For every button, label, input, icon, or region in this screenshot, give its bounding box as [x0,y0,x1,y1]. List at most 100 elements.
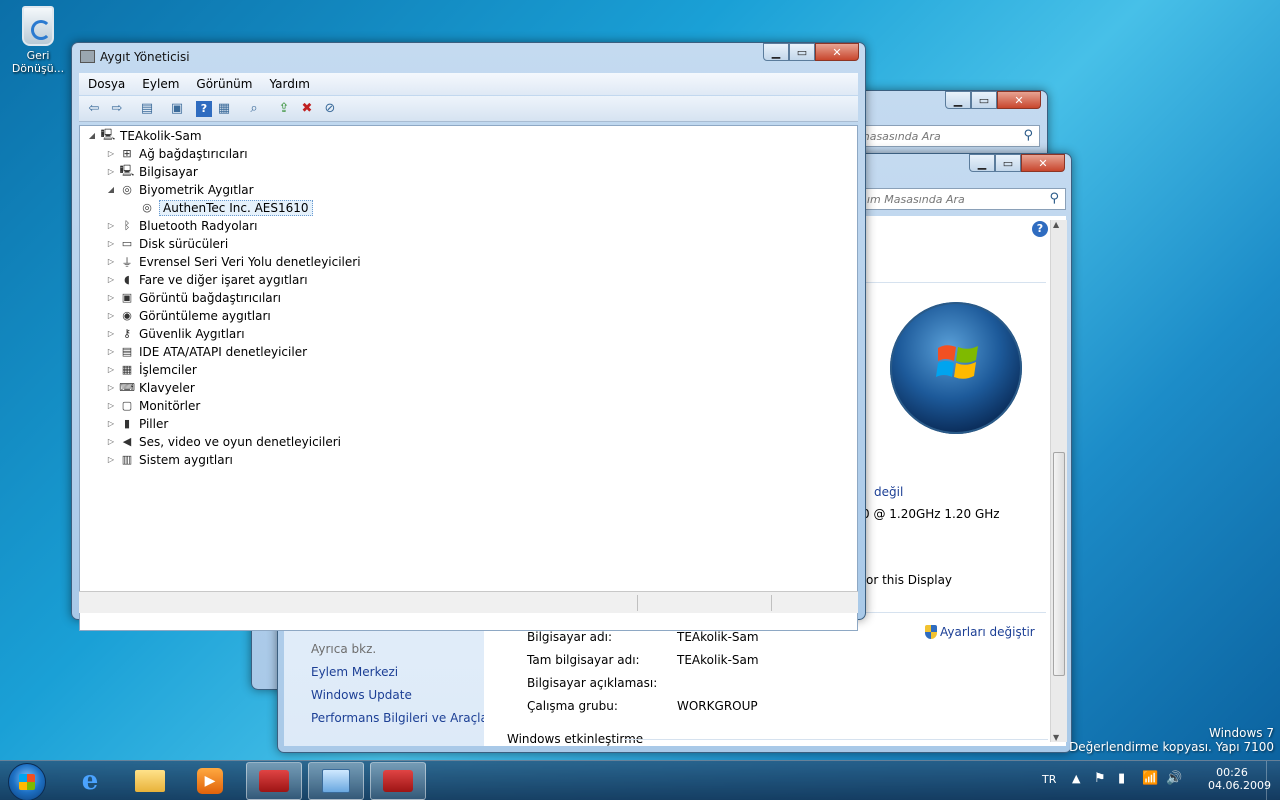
expand-arrow-icon[interactable]: ▷ [106,401,116,410]
expand-arrow-icon[interactable]: ▷ [106,311,116,320]
expand-arrow-icon[interactable]: ▷ [106,293,116,302]
scrollbar-thumb[interactable] [1053,452,1065,676]
start-button[interactable] [8,763,46,800]
link-windows-update[interactable]: Windows Update [311,688,412,702]
back-arrow-icon[interactable]: ⇦ [83,99,105,119]
link-performance-tools[interactable]: Performans Bilgileri ve Araçları [311,711,496,725]
taskbar-toolbox-app[interactable] [246,762,302,800]
properties-icon[interactable]: ▣ [166,99,188,119]
tree-category-item[interactable]: ▷ ◖ Fare ve diğer işaret aygıtları [106,271,308,288]
close-button[interactable]: ✕ [1021,154,1065,172]
recycle-bin-icon [22,6,54,46]
volume-icon[interactable]: 🔊 [1166,771,1182,786]
expand-arrow-icon[interactable]: ▷ [106,329,116,338]
show-hidden-icons[interactable]: ▲ [1072,772,1080,785]
tree-item-label: İşlemciler [139,362,197,377]
tree-category-item[interactable]: ▷ ⊞ Ağ bağdaştırıcıları [106,145,248,162]
expand-arrow-icon[interactable]: ▷ [106,455,116,464]
action-center-flag-icon[interactable]: ⚑ [1094,771,1106,786]
search-input[interactable]: ım Masasında Ara ⚲ [860,188,1066,210]
search-input[interactable]: masasında Ara ⚲ [852,125,1040,147]
tree-category-item[interactable]: ▷ ▢ Monitörler [106,397,200,414]
expand-arrow-icon[interactable]: ▷ [106,167,116,176]
tree-category-item[interactable]: ▷ ◀ Ses, video ve oyun denetleyicileri [106,433,341,450]
tree-category-item[interactable]: ▷ ▮ Piller [106,415,168,432]
clock[interactable]: 00:26 04.06.2009 [1208,766,1271,792]
taskbar-control-panel[interactable] [308,762,364,800]
expand-arrow-icon[interactable]: ▷ [106,221,116,230]
minimize-button[interactable]: ▁ [945,91,971,109]
tree-category-item[interactable]: ▷ ⚷ Güvenlik Aygıtları [106,325,245,342]
change-settings-button[interactable]: Ayarları değiştir [925,625,1035,639]
tree-category-item[interactable]: ◢ ◎ Biyometrik Aygıtlar [106,181,254,198]
tree-item-label: Evrensel Seri Veri Yolu denetleyicileri [139,254,361,269]
update-driver-icon[interactable]: ⇪ [273,99,295,119]
maximize-button[interactable]: ▭ [995,154,1021,172]
device-manager-window[interactable]: Aygıt Yöneticisi ▁ ▭ ✕ Dosya Eylem Görün… [71,42,866,631]
tree-category-item[interactable]: ▷ ▦ İşlemciler [106,361,197,378]
tree-category-item[interactable]: ▷ 🖳 Bilgisayar [106,163,198,180]
full-computer-name-label: Tam bilgisayar adı: [527,653,640,667]
close-button[interactable]: ✕ [997,91,1041,109]
scroll-down-arrow-icon[interactable]: ▼ [1053,733,1059,742]
taskbar-explorer[interactable] [122,762,178,800]
expand-arrow-icon[interactable]: ▷ [106,149,116,158]
tree-category-item[interactable]: ▷ ᛒ Bluetooth Radyoları [106,217,258,234]
show-desktop-button[interactable] [1266,761,1280,800]
language-indicator[interactable]: TR [1042,773,1056,786]
scroll-up-arrow-icon[interactable]: ▲ [1053,220,1059,229]
window-controls: ▁ ▭ ✕ [763,43,859,61]
disable-device-icon[interactable]: ⊘ [319,99,341,119]
device-tree[interactable]: ◢ 🖳 TEAkolik-Sam ▷ ⊞ Ağ bağdaştırıcıları ▷ 🖳… [79,125,858,631]
maximize-button[interactable]: ▭ [789,43,815,61]
expand-arrow-icon[interactable]: ▷ [106,257,116,266]
tree-category-item[interactable]: ▷ ▤ IDE ATA/ATAPI denetleyiciler [106,343,307,360]
help-icon[interactable]: ? [196,100,212,117]
expand-arrow-icon[interactable]: ▷ [106,365,116,374]
taskbar-internet-explorer[interactable]: e [62,762,118,800]
network-signal-icon[interactable]: 📶 [1142,771,1158,786]
watermark-os: Windows 7 [1208,726,1274,740]
window-controls: ▁ ▭ ✕ [945,91,1041,109]
tree-category-item[interactable]: ▷ ▭ Disk sürücüleri [106,235,228,252]
taskbar-media-player[interactable]: ▶ [182,762,238,800]
expand-arrow-icon[interactable]: ▷ [106,419,116,428]
close-button[interactable]: ✕ [815,43,859,61]
show-hide-console-tree-icon[interactable]: ▤ [136,99,158,119]
menu-help[interactable]: Yardım [269,77,309,91]
uninstall-device-icon[interactable]: ✖ [296,99,318,119]
tree-item-label: Bluetooth Radyoları [139,218,258,233]
tree-category-item[interactable]: ▷ ◉ Görüntüleme aygıtları [106,307,271,324]
expand-arrow-icon[interactable]: ▷ [106,437,116,446]
tree-device-item[interactable]: ◎ AuthenTec Inc. AES1610 [140,199,313,216]
tree-category-item[interactable]: ▷ ⏚ Evrensel Seri Veri Yolu denetleyiciler… [106,253,361,270]
menu-action[interactable]: Eylem [142,77,179,91]
taskbar-device-manager[interactable] [370,762,426,800]
expand-arrow-icon[interactable]: ▷ [106,275,116,284]
collapse-arrow-icon[interactable]: ◢ [87,131,97,140]
expand-arrow-icon[interactable]: ▷ [106,239,116,248]
help-icon[interactable]: ? [1032,221,1048,237]
action-pane-icon[interactable]: ▦ [213,99,235,119]
expand-arrow-icon[interactable]: ▷ [106,383,116,392]
minimize-button[interactable]: ▁ [969,154,995,172]
power-icon[interactable]: ▮ [1118,771,1125,786]
display-adapter-icon: ▣ [121,291,133,304]
link-action-center[interactable]: Eylem Merkezi [311,665,398,679]
expand-arrow-icon[interactable]: ▷ [106,347,116,356]
maximize-button[interactable]: ▭ [971,91,997,109]
rating-link[interactable]: değil [874,485,903,499]
tree-item-label: Görüntüleme aygıtları [139,308,271,323]
vertical-scrollbar[interactable]: ▲ ▼ [1050,220,1067,742]
forward-arrow-icon[interactable]: ⇨ [106,99,128,119]
minimize-button[interactable]: ▁ [763,43,789,61]
collapse-arrow-icon[interactable]: ◢ [106,185,116,194]
recycle-bin-desktop-icon[interactable]: Geri Dönüşü... [8,6,68,75]
tree-category-item[interactable]: ▷ ▣ Görüntü bağdaştırıcıları [106,289,281,306]
menu-view[interactable]: Görünüm [196,77,252,91]
tree-root[interactable]: ◢ 🖳 TEAkolik-Sam [87,127,202,144]
scan-hardware-changes-icon[interactable]: ⌕ [243,99,265,119]
tree-category-item[interactable]: ▷ ⌨ Klavyeler [106,379,195,396]
menu-file[interactable]: Dosya [88,77,125,91]
tree-category-item[interactable]: ▷ ▥ Sistem aygıtları [106,451,233,468]
